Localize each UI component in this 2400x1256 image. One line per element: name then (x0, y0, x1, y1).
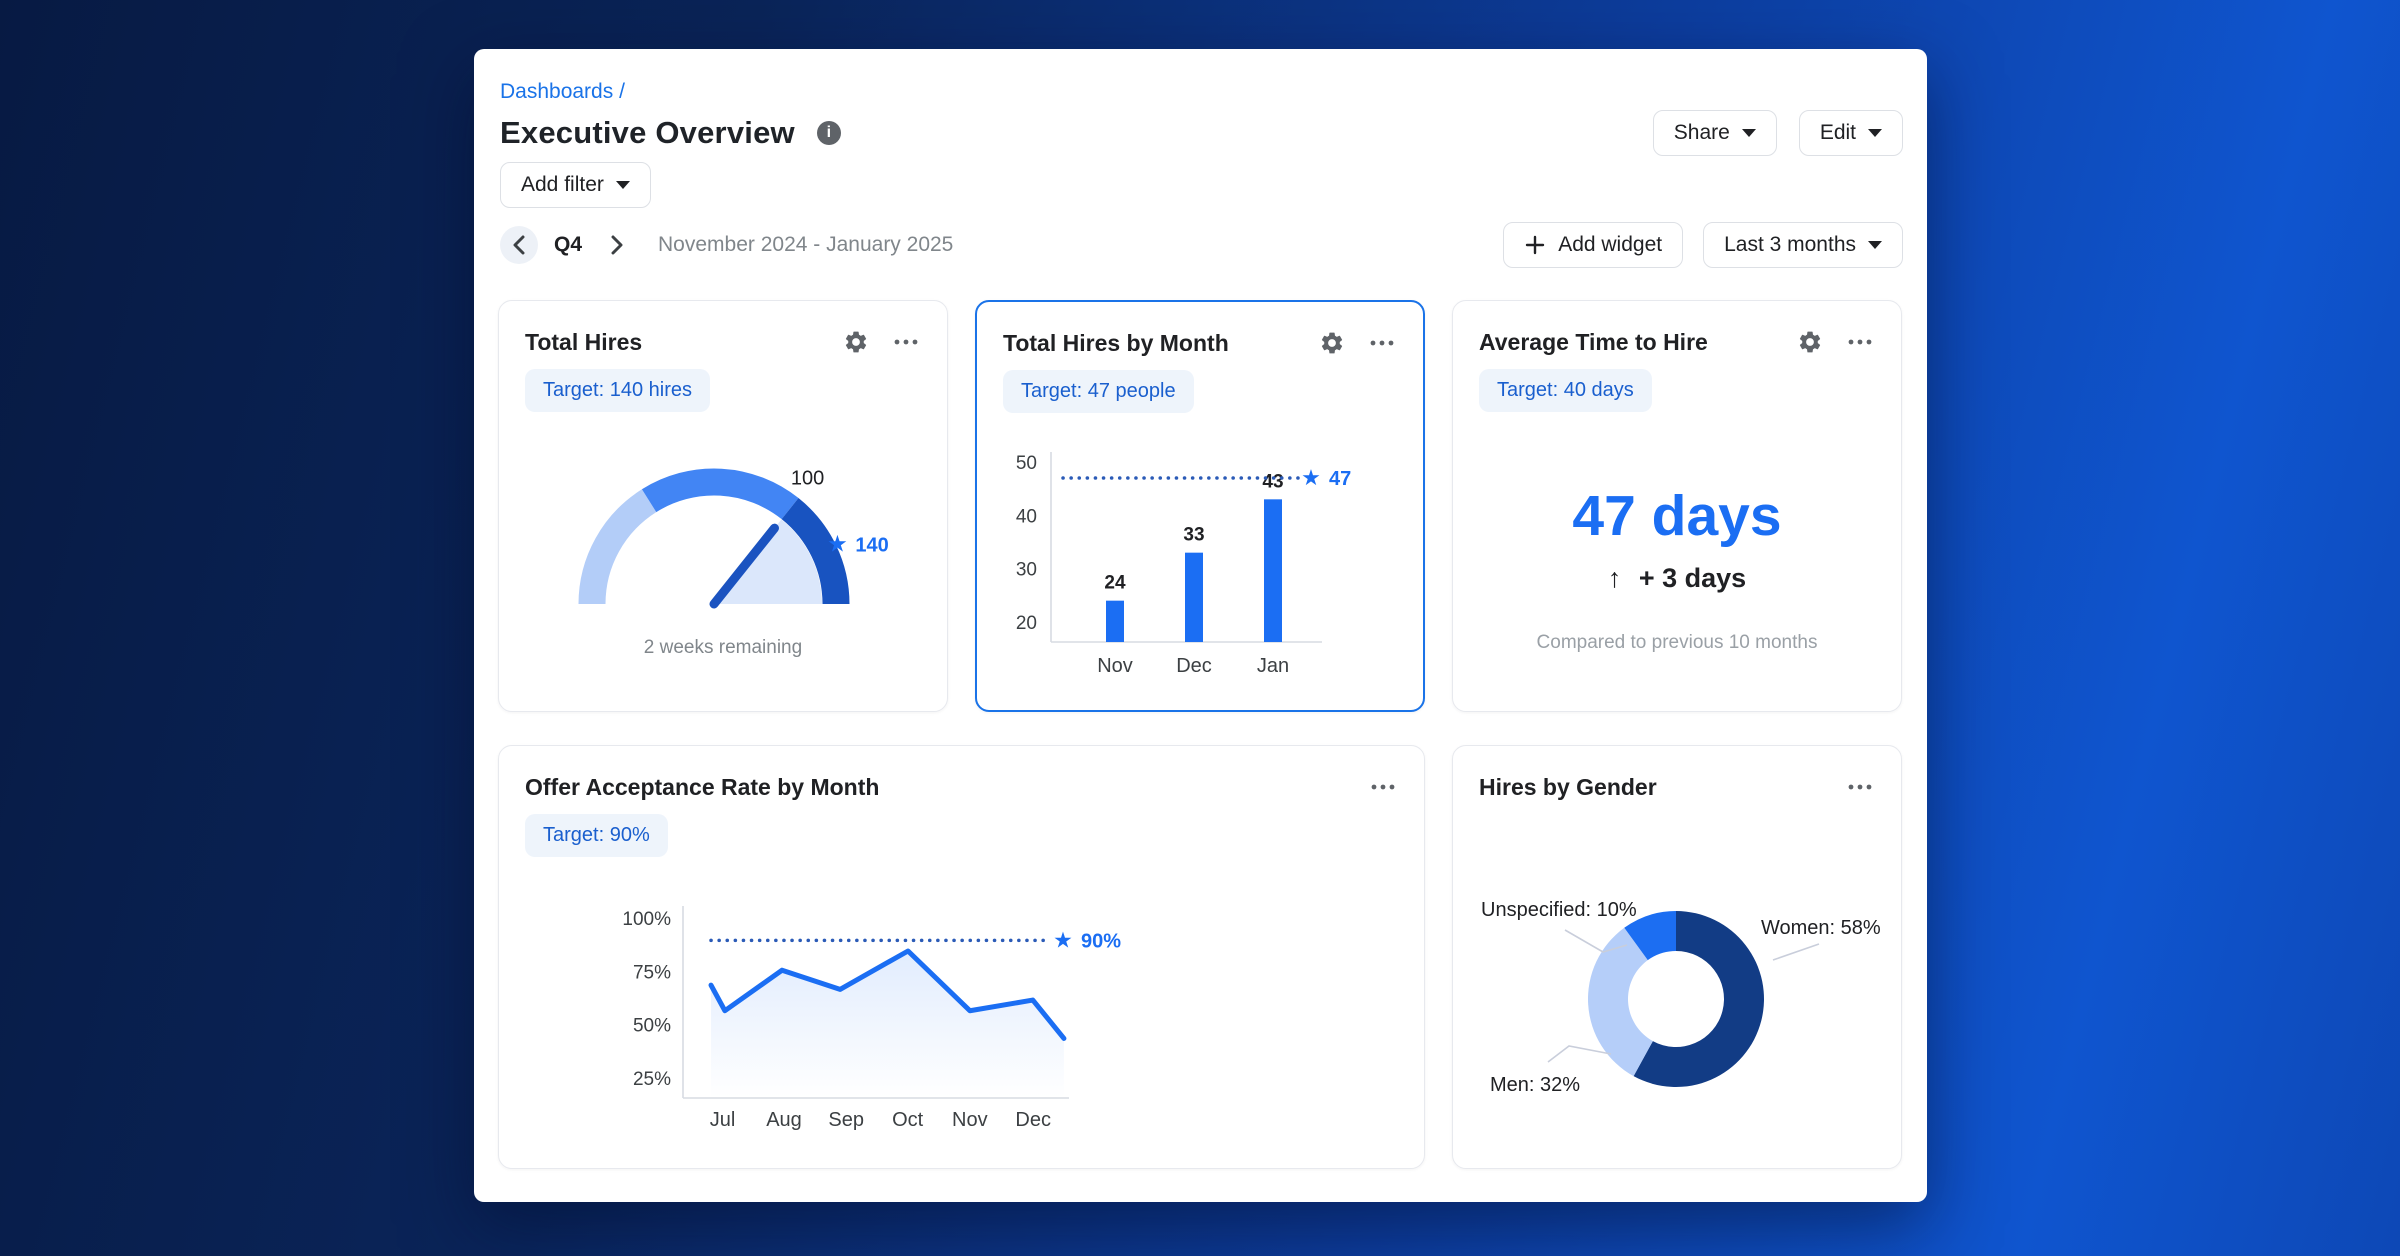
svg-text:140: 140 (855, 535, 888, 557)
chevron-down-icon (616, 181, 630, 189)
widget-offer-acceptance-rate[interactable]: Offer Acceptance Rate by Month Target: 9… (498, 745, 1425, 1169)
time-range-selector[interactable]: Last 3 months (1703, 222, 1903, 268)
date-range-label: November 2024 - January 2025 (658, 233, 953, 257)
svg-text:90%: 90% (1081, 930, 1121, 952)
chevron-down-icon (1868, 129, 1882, 137)
time-range-label: Last 3 months (1724, 233, 1856, 257)
svg-text:Nov: Nov (952, 1109, 988, 1131)
widget-settings-button[interactable] (1795, 327, 1825, 357)
widget-menu-button[interactable] (1845, 327, 1875, 357)
svg-text:100: 100 (791, 468, 824, 490)
svg-text:43: 43 (1262, 471, 1283, 492)
svg-text:25%: 25% (633, 1069, 671, 1090)
widget-title: Average Time to Hire (1479, 329, 1775, 356)
period-bar: Q4 November 2024 - January 2025 Add widg… (500, 221, 1903, 269)
hires-by-month-bar-chart: 50 40 30 20 24 Nov 33 Dec 43 Jan ★ 47 (977, 302, 1423, 710)
widget-total-hires[interactable]: Total Hires Target: 140 hires 100★140 2 … (498, 300, 948, 712)
dashboard-panel: Dashboards / Executive Overview i Share … (474, 49, 1927, 1202)
kpi-delta-text: + 3 days (1639, 563, 1746, 593)
svg-text:★: ★ (1301, 465, 1321, 490)
breadcrumb[interactable]: Dashboards / (500, 80, 625, 104)
share-button-label: Share (1674, 121, 1730, 145)
kpi-delta: ↑ + 3 days (1453, 563, 1901, 594)
svg-text:75%: 75% (633, 962, 671, 983)
svg-text:★: ★ (827, 531, 848, 557)
next-quarter-button[interactable] (598, 226, 636, 264)
svg-text:Women: 58%: Women: 58% (1761, 917, 1881, 939)
svg-text:Aug: Aug (766, 1109, 802, 1131)
chevron-right-icon (610, 234, 624, 256)
previous-quarter-button[interactable] (500, 226, 538, 264)
svg-text:Dec: Dec (1015, 1109, 1051, 1131)
svg-text:Jul: Jul (710, 1109, 736, 1131)
widget-average-time-to-hire[interactable]: Average Time to Hire Target: 40 days 47 … (1452, 300, 1902, 712)
add-filter-label: Add filter (521, 173, 604, 197)
arrow-up-icon: ↑ (1608, 563, 1622, 593)
svg-text:24: 24 (1104, 573, 1126, 594)
svg-text:50: 50 (1016, 453, 1037, 474)
chevron-down-icon (1868, 241, 1882, 249)
quarter-label: Q4 (554, 233, 582, 257)
plus-icon (1524, 234, 1546, 256)
page-background: { "header": { "breadcrumb": "Dashboards … (0, 0, 2400, 1256)
share-button[interactable]: Share (1653, 110, 1777, 156)
svg-text:Nov: Nov (1097, 655, 1133, 677)
kpi-value: 47 days (1453, 483, 1901, 549)
gear-icon (1797, 329, 1823, 355)
more-options-icon (1847, 338, 1873, 346)
hires-by-gender-donut-chart: Women: 58% Men: 32% Unspecified: 10% (1453, 746, 1901, 1168)
widget-footnote: Compared to previous 10 months (1453, 632, 1901, 654)
chevron-left-icon (512, 234, 526, 256)
svg-text:30: 30 (1016, 560, 1037, 581)
edit-button[interactable]: Edit (1799, 110, 1903, 156)
svg-text:50%: 50% (633, 1016, 671, 1037)
svg-text:40: 40 (1016, 506, 1037, 527)
svg-text:★: ★ (1053, 927, 1073, 952)
info-icon[interactable]: i (817, 121, 841, 145)
svg-text:47: 47 (1329, 468, 1351, 490)
svg-text:Sep: Sep (828, 1109, 864, 1131)
edit-button-label: Edit (1820, 121, 1856, 145)
add-widget-button[interactable]: Add widget (1503, 222, 1683, 268)
target-badge: Target: 40 days (1479, 369, 1652, 412)
svg-text:Men: 32%: Men: 32% (1490, 1074, 1580, 1096)
add-filter-button[interactable]: Add filter (500, 162, 651, 208)
svg-text:Jan: Jan (1257, 655, 1289, 677)
svg-text:20: 20 (1016, 613, 1037, 634)
widget-total-hires-by-month[interactable]: Total Hires by Month Target: 47 people 5… (975, 300, 1425, 712)
offer-acceptance-line-chart: 100% 75% 50% 25% ★ 90% Jul Aug Sep Oct Nov Dec (499, 746, 1424, 1168)
widget-hires-by-gender[interactable]: Hires by Gender Women: 58%Men: 32%Unspec… (1452, 745, 1902, 1169)
add-widget-label: Add widget (1558, 233, 1662, 257)
widget-footnote: 2 weeks remaining (499, 637, 947, 659)
svg-text:Unspecified: 10%: Unspecified: 10% (1481, 899, 1637, 921)
svg-text:33: 33 (1183, 525, 1204, 546)
svg-text:100%: 100% (622, 909, 671, 930)
page-title: Executive Overview (500, 115, 795, 151)
svg-text:Dec: Dec (1176, 655, 1212, 677)
svg-text:Oct: Oct (892, 1109, 924, 1131)
chevron-down-icon (1742, 129, 1756, 137)
